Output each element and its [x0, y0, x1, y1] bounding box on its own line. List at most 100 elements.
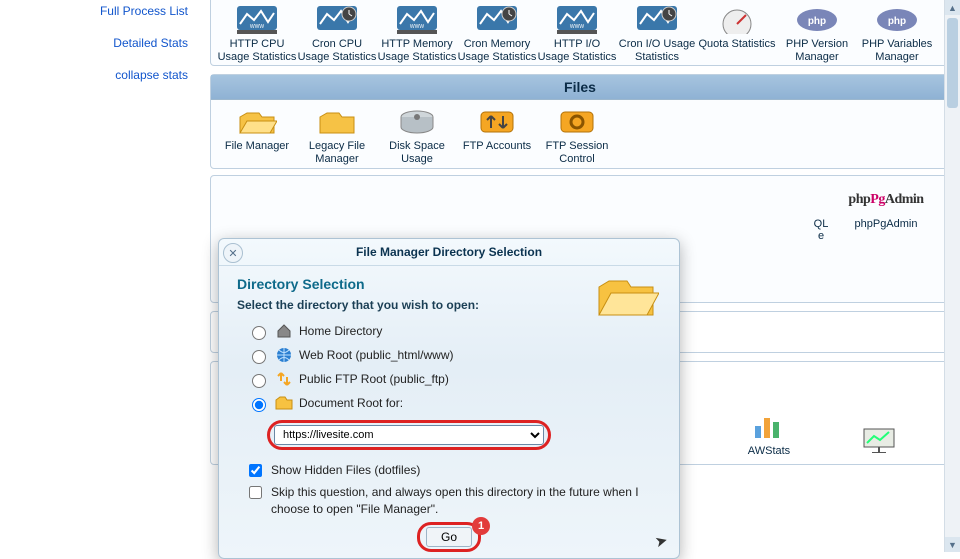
files-section: Files File Manager Legacy File Manager D… [210, 74, 950, 168]
scroll-thumb[interactable] [947, 18, 958, 108]
scroll-up-button[interactable]: ▲ [945, 0, 960, 15]
sidebar-item-full-process[interactable]: Full Process List [0, 0, 200, 22]
label: Legacy File Manager [297, 140, 377, 165]
label: QLe [814, 218, 829, 243]
skip-question-row[interactable]: Skip this question, and always open this… [245, 484, 661, 518]
stat-http-mem[interactable]: WWW HTTP Memory Usage Statistics [377, 4, 457, 63]
radio-home-directory[interactable]: Home Directory [247, 322, 661, 340]
svg-text:WWW: WWW [570, 24, 584, 30]
stats-section: WWW HTTP CPU Usage Statistics Cron CPU U… [210, 0, 950, 66]
ftp-gear-icon [553, 106, 601, 138]
svg-text:php: php [888, 16, 906, 27]
label: Disk Space Usage [377, 140, 457, 165]
radio-public-ftp[interactable]: Public FTP Root (public_ftp) [247, 370, 661, 388]
skip-question-checkbox[interactable] [249, 486, 262, 499]
label: FTP Session Control [537, 140, 617, 165]
label: Cron Memory Usage Statistics [457, 38, 537, 63]
php-icon: php [873, 4, 921, 36]
svg-text:WWW: WWW [250, 24, 264, 30]
document-root-select-highlight: https://livesite.com [267, 420, 551, 450]
annotation-badge: 1 [472, 517, 490, 535]
go-button-wrap: Go 1 [237, 522, 661, 552]
radio-web-root[interactable]: Web Root (public_html/www) [247, 346, 661, 364]
label: Document Root for: [299, 396, 403, 410]
phppgadmin[interactable]: phpPgAdmin phpPgAdmin [841, 184, 931, 231]
files-icons: File Manager Legacy File Manager Disk Sp… [211, 100, 949, 167]
graph-item[interactable] [839, 424, 919, 458]
stat-cron-io[interactable]: Cron I/O Usage Statistics [617, 4, 697, 63]
label: Cron CPU Usage Statistics [297, 38, 377, 63]
label: HTTP I/O Usage Statistics [537, 38, 617, 63]
chart-icon: WWW [393, 4, 441, 36]
presentation-icon [855, 424, 903, 456]
phppgadmin-icon: phpPgAdmin [862, 184, 910, 216]
stat-quota[interactable]: Quota Statistics [697, 4, 777, 63]
close-icon[interactable]: ✕ [223, 243, 243, 263]
radio-input[interactable] [252, 398, 266, 412]
legacy-file-manager[interactable]: Legacy File Manager [297, 106, 377, 165]
home-icon [275, 322, 293, 340]
file-manager-directory-modal: ✕ File Manager Directory Selection Direc… [218, 238, 680, 559]
label: File Manager [225, 140, 289, 153]
modal-body: Directory Selection Select the directory… [219, 266, 679, 558]
go-button[interactable]: Go [426, 527, 472, 547]
php-icon: php [793, 4, 841, 36]
label: Show Hidden Files (dotfiles) [271, 462, 420, 479]
sidebar-item-detailed-stats[interactable]: Detailed Stats [0, 32, 200, 54]
chart-clock-icon [313, 4, 361, 36]
label: Web Root (public_html/www) [299, 348, 454, 362]
label: HTTP CPU Usage Statistics [217, 38, 297, 63]
chart-clock-icon [633, 4, 681, 36]
disk-space-usage[interactable]: Disk Space Usage [377, 106, 457, 165]
show-hidden-checkbox[interactable] [249, 464, 262, 477]
stat-cron-mem[interactable]: Cron Memory Usage Statistics [457, 4, 537, 63]
document-root-select[interactable]: https://livesite.com [274, 425, 544, 445]
svg-text:php: php [808, 16, 826, 27]
stats-icons: WWW HTTP CPU Usage Statistics Cron CPU U… [211, 0, 949, 65]
ftp-arrows-icon [275, 370, 293, 388]
scroll-down-button[interactable]: ▼ [945, 537, 960, 552]
partial-item[interactable]: QLe [801, 184, 841, 243]
php-version-manager[interactable]: php PHP Version Manager [777, 4, 857, 63]
chart-icon: WWW [233, 4, 281, 36]
files-header: Files [211, 75, 949, 100]
label: Cron I/O Usage Statistics [617, 38, 697, 63]
radio-input[interactable] [252, 350, 266, 364]
ftp-session-control[interactable]: FTP Session Control [537, 106, 617, 165]
label: PHP Variables Manager [857, 38, 937, 63]
label: phpPgAdmin [855, 218, 918, 231]
modal-title: File Manager Directory Selection [219, 239, 679, 266]
label: Home Directory [299, 324, 382, 338]
scrollbar[interactable]: ▲ ▼ [944, 0, 960, 552]
awstats[interactable]: AWStats [729, 411, 809, 458]
php-variables-manager[interactable]: php PHP Variables Manager [857, 4, 937, 63]
globe-icon [275, 346, 293, 364]
go-highlight: Go 1 [417, 522, 481, 552]
sidebar-item-collapse-stats[interactable]: collapse stats [0, 64, 200, 86]
stat-http-cpu[interactable]: WWW HTTP CPU Usage Statistics [217, 4, 297, 63]
radio-input[interactable] [252, 374, 266, 388]
radio-document-root[interactable]: Document Root for: [247, 394, 661, 412]
folder-open-icon [233, 106, 281, 138]
label: FTP Accounts [463, 140, 531, 153]
label: HTTP Memory Usage Statistics [377, 38, 457, 63]
modal-heading: Directory Selection [237, 276, 661, 292]
modal-prompt: Select the directory that you wish to op… [237, 298, 661, 312]
svg-text:WWW: WWW [410, 24, 424, 30]
label: PHP Version Manager [777, 38, 857, 63]
radio-input[interactable] [252, 326, 266, 340]
label: Quota Statistics [698, 38, 775, 51]
label: Skip this question, and always open this… [271, 484, 661, 518]
file-manager[interactable]: File Manager [217, 106, 297, 165]
stat-cron-cpu[interactable]: Cron CPU Usage Statistics [297, 4, 377, 63]
show-hidden-row[interactable]: Show Hidden Files (dotfiles) [245, 462, 661, 480]
bar-chart-icon [745, 411, 793, 443]
gauge-icon [713, 4, 761, 36]
folder-icon [313, 106, 361, 138]
disk-icon [393, 106, 441, 138]
ftp-accounts[interactable]: FTP Accounts [457, 106, 537, 165]
stat-http-io[interactable]: WWW HTTP I/O Usage Statistics [537, 4, 617, 63]
sidebar: Full Process List Detailed Stats collaps… [0, 0, 200, 86]
label: AWStats [748, 445, 790, 458]
ftp-icon [473, 106, 521, 138]
